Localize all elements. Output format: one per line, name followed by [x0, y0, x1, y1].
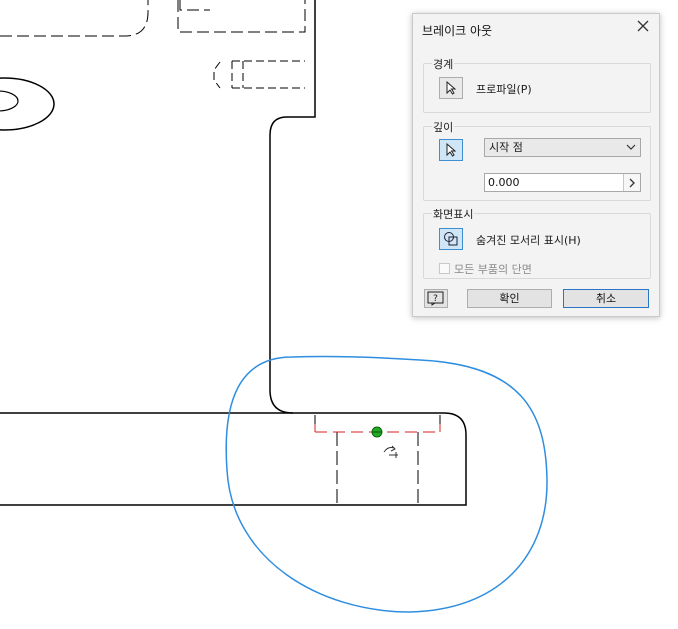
select-arrow-icon [446, 81, 457, 95]
circle-feature-inner [0, 90, 19, 112]
depth-value-field[interactable] [484, 173, 641, 192]
cancel-button[interactable]: 취소 [563, 289, 649, 308]
display-group: 화면표시 숨겨진 모서리 표시(H) 모든 부품의 단면 [423, 206, 651, 279]
select-arrow-icon [446, 143, 457, 157]
depth-value-arrow-button[interactable] [623, 174, 640, 191]
breakout-boundary-sketch[interactable] [225, 355, 548, 613]
help-icon-glyph: ? [433, 294, 438, 304]
depth-select-button[interactable] [439, 139, 463, 161]
hidden-edges-icon [444, 232, 458, 246]
hidden-edges-label: 숨겨진 모서리 표시(H) [476, 234, 581, 247]
help-icon: ? [427, 291, 444, 306]
profile-select-button[interactable] [439, 77, 463, 99]
depth-value-input[interactable] [485, 174, 618, 190]
display-group-label: 화면표시 [432, 206, 475, 222]
all-parts-section-checkbox[interactable] [439, 263, 450, 274]
hidden-edges-top [0, 0, 306, 37]
ok-button[interactable]: 확인 [467, 289, 552, 308]
part-outline-upper [269, 0, 316, 414]
dialog-title: 브레이크 아웃 [422, 24, 493, 38]
breakout-dialog: 브레이크 아웃 경계 프로파일(P) 깊이 시작 점 0.000 화면표시 숨겨… [412, 13, 660, 317]
boundary-group-label: 경계 [432, 56, 455, 72]
help-button[interactable]: ? [424, 289, 448, 308]
hidden-edges-toggle-button[interactable] [439, 228, 463, 250]
depth-type-dropdown[interactable]: 시작 점 [484, 138, 641, 157]
depth-group-label: 깊이 [432, 119, 455, 135]
depth-group: 깊이 시작 점 [423, 119, 651, 201]
depth-type-value: 시작 점 [489, 141, 523, 154]
boundary-group: 경계 프로파일(P) [423, 56, 651, 113]
chevron-right-icon [629, 178, 635, 187]
profile-label: 프로파일(P) [476, 83, 532, 96]
circle-feature [0, 77, 55, 131]
all-parts-section-label: 모든 부품의 단면 [454, 263, 532, 276]
chevron-down-icon [626, 144, 636, 150]
hidden-hole [213, 60, 305, 89]
cursor-icon [383, 445, 398, 458]
close-icon[interactable] [635, 19, 651, 35]
part-outline-lower [0, 412, 467, 506]
